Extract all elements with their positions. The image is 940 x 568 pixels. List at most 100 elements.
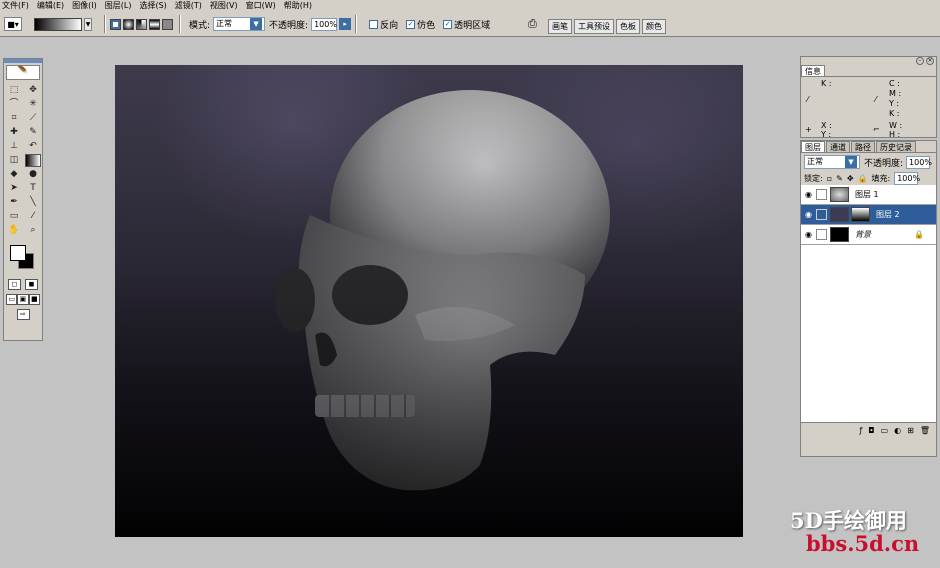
menu-view[interactable]: 视图(V) [210, 0, 238, 12]
layer-link-box[interactable] [816, 229, 827, 240]
layer-name[interactable]: 背景 [855, 229, 871, 240]
layer-row[interactable]: ◉ 图层 1 [801, 185, 936, 205]
radial-gradient-button[interactable] [123, 18, 134, 30]
lock-transparent-icon[interactable]: ▫ [827, 174, 832, 183]
menu-help[interactable]: 帮助(H) [284, 0, 312, 12]
menu-edit[interactable]: 编辑(E) [37, 0, 64, 12]
menu-select[interactable]: 选择(S) [139, 0, 166, 12]
diamond-gradient-button[interactable] [162, 18, 173, 30]
move-tool-icon[interactable]: ✥ [25, 84, 41, 97]
menu-filter[interactable]: 滤镜(T) [175, 0, 202, 12]
linear-gradient-button[interactable] [110, 18, 121, 30]
well-color[interactable]: 颜色 [642, 19, 666, 34]
tab-layers[interactable]: 图层 [801, 141, 825, 152]
pen-tool-icon[interactable]: ✒ [6, 196, 22, 209]
well-brushes[interactable]: 画笔 [548, 19, 572, 34]
reverse-label: 反向 [380, 20, 399, 31]
toolbox-titlebar[interactable] [4, 59, 42, 63]
visibility-eye-icon[interactable]: ◉ [801, 190, 816, 199]
adjustment-layer-icon[interactable]: ◐ [894, 426, 901, 435]
minimize-icon[interactable]: – [916, 57, 924, 65]
gradient-dropdown-icon[interactable]: ▼ [84, 17, 92, 31]
standard-screen-icon[interactable]: ▭ [6, 294, 18, 305]
gradient-swatch[interactable] [34, 17, 82, 31]
tab-info[interactable]: 信息 [801, 65, 825, 76]
layer-name[interactable]: 图层 1 [855, 189, 879, 200]
menu-file[interactable]: 文件(F) [2, 0, 29, 12]
standard-mode-icon[interactable]: ◻ [8, 279, 21, 290]
layers-tabs: 图层 通道 路径 历史记录 [801, 141, 936, 153]
line-tool-icon[interactable]: ╲ [25, 196, 41, 209]
blend-mode-select[interactable]: 正常 ▼ [804, 155, 860, 169]
reverse-checkbox[interactable] [369, 19, 379, 29]
layer-mask-thumbnail[interactable] [851, 207, 870, 222]
notes-tool-icon[interactable]: ▭ [6, 210, 22, 223]
menu-window[interactable]: 窗口(W) [246, 0, 276, 12]
opacity-field[interactable]: 100% [311, 17, 338, 31]
zoom-tool-icon[interactable]: ⌕ [25, 224, 41, 237]
well-tool-presets[interactable]: 工具预设 [574, 19, 614, 34]
divider [104, 15, 106, 33]
tab-history[interactable]: 历史记录 [876, 141, 916, 152]
clone-stamp-tool-icon[interactable]: ⊥ [6, 140, 22, 153]
document-canvas[interactable] [115, 65, 743, 537]
visibility-eye-icon[interactable]: ◉ [801, 210, 816, 219]
mode-select[interactable]: 正常 ▼ [213, 17, 266, 31]
layer-name[interactable]: 图层 2 [876, 209, 900, 220]
magic-wand-tool-icon[interactable]: ✳ [25, 98, 41, 111]
info-tabs: 信息 [801, 65, 936, 77]
eraser-tool-icon[interactable]: ◫ [6, 154, 22, 167]
layer-link-box[interactable] [816, 209, 827, 220]
feather-logo-icon[interactable]: 🪶 [6, 65, 40, 80]
blur-tool-icon[interactable]: ◆ [6, 168, 22, 181]
trash-icon[interactable]: 🗑 [920, 426, 930, 435]
brush-tool-icon[interactable]: ✎ [25, 126, 41, 139]
layer-row[interactable]: ◉ 背景 🔒 [801, 225, 936, 245]
layer-link-box[interactable] [816, 189, 827, 200]
reflected-gradient-button[interactable] [149, 18, 160, 30]
lock-position-icon[interactable]: ✥ [847, 174, 854, 183]
menu-layer[interactable]: 图层(L) [105, 0, 132, 12]
file-browser-icon[interactable]: ⎙ [528, 17, 542, 30]
new-set-icon[interactable]: ▭ [881, 426, 889, 435]
slice-tool-icon[interactable]: ⟋ [25, 112, 41, 125]
dodge-tool-icon[interactable]: ● [25, 168, 41, 181]
dither-label: 仿色 [417, 20, 436, 31]
layer-style-icon[interactable]: ƒ [859, 426, 862, 435]
healing-brush-tool-icon[interactable]: ✚ [6, 126, 22, 139]
history-brush-tool-icon[interactable]: ↶ [25, 140, 41, 153]
eyedropper-tool-icon[interactable]: ⁄ [25, 210, 41, 223]
visibility-eye-icon[interactable]: ◉ [801, 230, 816, 239]
lock-image-icon[interactable]: ✎ [836, 174, 843, 183]
new-layer-icon[interactable]: ⊞ [907, 426, 914, 435]
marquee-tool-icon[interactable]: ⬚ [6, 84, 22, 97]
well-swatches[interactable]: 色板 [616, 19, 640, 34]
hand-tool-icon[interactable]: ✋ [6, 224, 22, 237]
fullscreen-menu-icon[interactable]: ▣ [17, 294, 29, 305]
fill-field[interactable]: 100% [894, 171, 920, 185]
path-selection-tool-icon[interactable]: ➤ [6, 182, 22, 195]
quickmask-mode-icon[interactable]: ◼ [25, 279, 38, 290]
tool-preset-picker[interactable]: ■▾ [4, 17, 22, 31]
info-palette-titlebar[interactable]: – × [801, 57, 936, 65]
crop-tool-icon[interactable]: ⌗ [6, 112, 22, 125]
layer-opacity-field[interactable]: 100% [906, 155, 932, 169]
foreground-color[interactable] [10, 245, 26, 261]
close-icon[interactable]: × [926, 57, 934, 65]
gradient-tool-icon[interactable] [25, 154, 41, 167]
transparency-checkbox[interactable]: ✓ [443, 19, 453, 29]
tab-channels[interactable]: 通道 [826, 141, 850, 152]
opacity-slider-icon[interactable]: ▸ [339, 18, 352, 30]
lasso-tool-icon[interactable]: ⌒ [6, 98, 22, 111]
lock-all-icon[interactable]: 🔒 [858, 174, 868, 183]
info-c: C : [889, 79, 900, 88]
type-tool-icon[interactable]: T [25, 182, 41, 195]
angle-gradient-button[interactable] [136, 18, 147, 30]
dither-checkbox[interactable]: ✓ [406, 19, 416, 29]
add-mask-icon[interactable]: ◘ [868, 426, 874, 435]
tab-paths[interactable]: 路径 [851, 141, 875, 152]
jump-to-imageready-icon[interactable]: ⇨ [16, 309, 30, 320]
menu-image[interactable]: 图像(I) [72, 0, 97, 12]
fullscreen-icon[interactable]: ■ [28, 294, 40, 305]
layer-row-selected[interactable]: ◉ 图层 2 [801, 205, 936, 225]
